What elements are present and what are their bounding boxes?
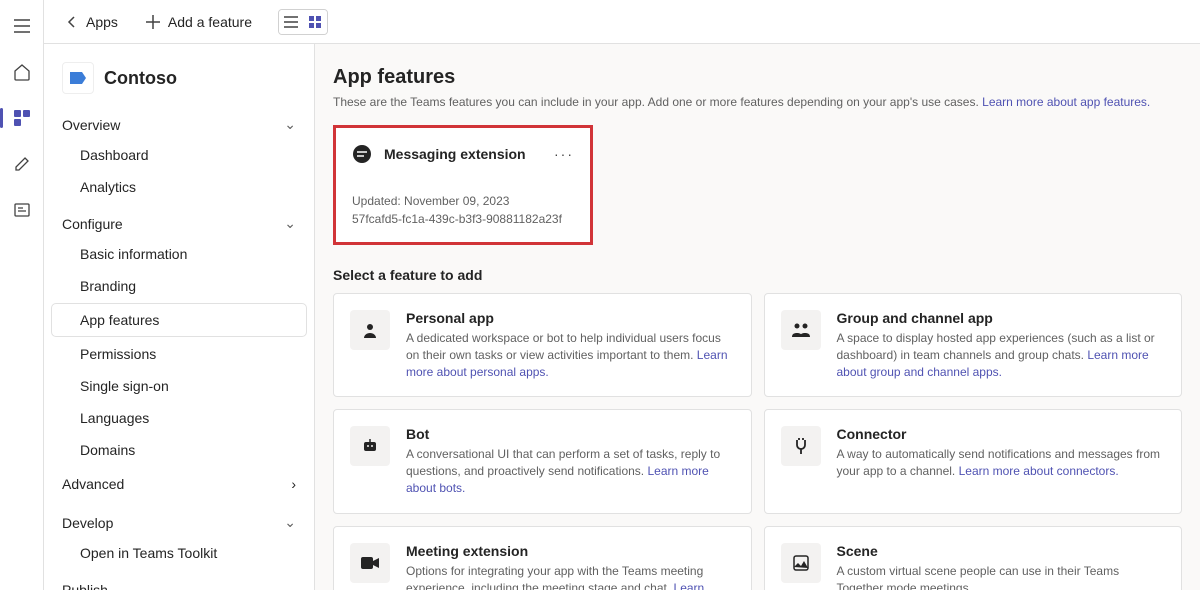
list-view-button[interactable] <box>279 10 303 34</box>
nav-domains[interactable]: Domains <box>44 434 314 466</box>
back-button[interactable]: Apps <box>60 10 124 34</box>
people-icon <box>781 310 821 350</box>
nav-sso[interactable]: Single sign-on <box>44 370 314 402</box>
add-feature-label: Add a feature <box>168 14 252 30</box>
edit-icon[interactable] <box>8 150 36 178</box>
existing-feature-title: Messaging extension <box>384 146 526 162</box>
section-configure[interactable]: Configure⌄ <box>44 203 314 238</box>
hamburger-icon[interactable] <box>8 12 36 40</box>
learn-app-features-link[interactable]: Learn more about app features. <box>982 95 1150 109</box>
sidebar: Contoso Overview⌄ Dashboard Analytics Co… <box>44 44 314 590</box>
chevron-right-icon: › <box>291 476 296 492</box>
chevron-down-icon: ⌄ <box>284 116 296 133</box>
bot-icon <box>350 426 390 466</box>
section-overview[interactable]: Overview⌄ <box>44 104 314 139</box>
card-meeting[interactable]: Meeting extensionOptions for integrating… <box>333 526 752 590</box>
nav-analytics[interactable]: Analytics <box>44 171 314 203</box>
more-button[interactable]: ··· <box>554 146 574 162</box>
app-logo <box>62 62 94 94</box>
view-toggle <box>278 9 328 35</box>
section-advanced[interactable]: Advanced› <box>44 466 314 502</box>
card-connector[interactable]: ConnectorA way to automatically send not… <box>764 409 1183 513</box>
nav-languages[interactable]: Languages <box>44 402 314 434</box>
toolbar: Apps Add a feature <box>44 0 1200 44</box>
chevron-down-icon: ⌄ <box>284 514 296 531</box>
card-personal-app[interactable]: Personal appA dedicated workspace or bot… <box>333 293 752 397</box>
nav-open-toolkit[interactable]: Open in Teams Toolkit <box>44 537 314 569</box>
nav-app-features[interactable]: App features <box>52 304 306 336</box>
app-name: Contoso <box>104 68 177 89</box>
content-area: App features These are the Teams feature… <box>314 44 1200 590</box>
plus-icon <box>146 15 160 29</box>
home-icon[interactable] <box>8 58 36 86</box>
person-icon <box>350 310 390 350</box>
existing-id: 57fcafd5-fc1a-439c-b3f3-90881182a23f <box>352 210 574 228</box>
existing-feature-card[interactable]: Messaging extension ··· Updated: Novembe… <box>333 125 593 245</box>
existing-updated: Updated: November 09, 2023 <box>352 192 574 210</box>
card-bot[interactable]: BotA conversational UI that can perform … <box>333 409 752 513</box>
nav-basic[interactable]: Basic information <box>44 238 314 270</box>
chat-icon <box>352 144 372 164</box>
add-feature-button[interactable]: Add a feature <box>140 10 258 34</box>
scene-icon <box>781 543 821 583</box>
nav-branding[interactable]: Branding <box>44 270 314 302</box>
section-publish[interactable]: Publish⌄ <box>44 569 314 590</box>
back-label: Apps <box>86 14 118 30</box>
card-scene[interactable]: SceneA custom virtual scene people can u… <box>764 526 1183 590</box>
card-group-channel[interactable]: Group and channel appA space to display … <box>764 293 1183 397</box>
page-title: App features <box>333 66 1182 89</box>
learn-connector-link[interactable]: Learn more about connectors. <box>959 464 1119 478</box>
chevron-down-icon: ⌄ <box>284 215 296 232</box>
grid-view-button[interactable] <box>303 10 327 34</box>
apps-rail-icon[interactable] <box>8 104 36 132</box>
select-feature-title: Select a feature to add <box>333 267 1182 283</box>
chevron-down-icon: ⌄ <box>284 581 296 590</box>
page-subtitle: These are the Teams features you can inc… <box>333 95 1182 109</box>
left-rail <box>0 0 44 590</box>
section-develop[interactable]: Develop⌄ <box>44 502 314 537</box>
nav-permissions[interactable]: Permissions <box>44 338 314 370</box>
chevron-left-icon <box>66 16 78 28</box>
video-icon <box>350 543 390 583</box>
nav-dashboard[interactable]: Dashboard <box>44 139 314 171</box>
connector-icon <box>781 426 821 466</box>
card-icon[interactable] <box>8 196 36 224</box>
